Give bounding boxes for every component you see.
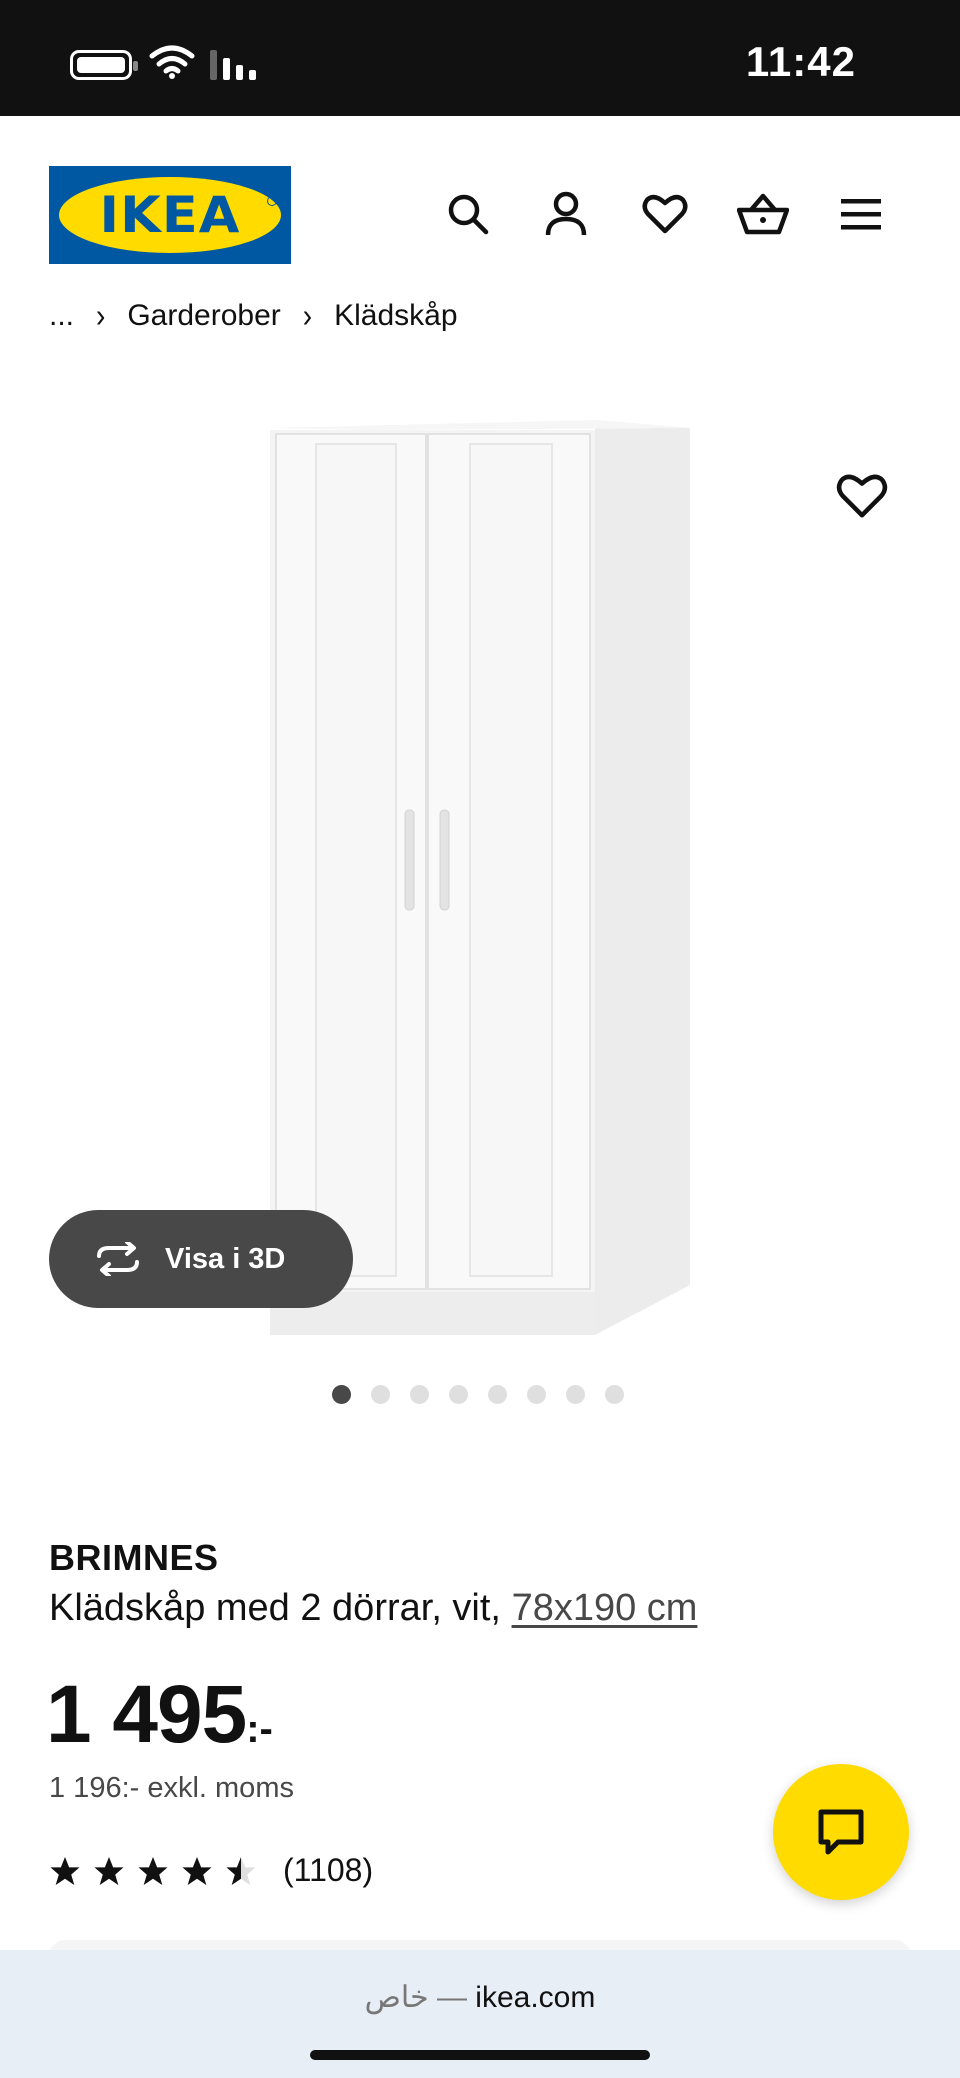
view-in-3d-button[interactable]: Visa i 3D	[49, 1210, 353, 1308]
star-icon	[138, 1856, 168, 1885]
price-excl-vat: 1 196:- exkl. moms	[49, 1772, 294, 1804]
rotate-3d-icon	[97, 1242, 139, 1276]
carousel-dots	[332, 1385, 624, 1404]
add-to-favourites-heart-icon[interactable]	[836, 470, 888, 522]
breadcrumb-item-garderober[interactable]: Garderober	[127, 299, 280, 333]
product-description: Klädskåp med 2 dörrar, vit, 78x190 cm	[49, 1587, 697, 1630]
size-link[interactable]: 78x190 cm	[512, 1587, 698, 1629]
star-icon	[94, 1856, 124, 1885]
domain-text: ikea.com	[475, 1981, 596, 2014]
product-description-text: Klädskåp med 2 dörrar, vit,	[49, 1587, 512, 1629]
carousel-dot[interactable]	[332, 1385, 351, 1404]
chat-button[interactable]	[773, 1764, 909, 1900]
rating-stars	[49, 1856, 257, 1886]
carousel-dot[interactable]	[410, 1385, 429, 1404]
star-icon	[226, 1856, 256, 1885]
private-label: خاص	[364, 1981, 429, 2014]
heart-icon[interactable]	[637, 186, 693, 242]
carousel-dot[interactable]	[449, 1385, 468, 1404]
address-text[interactable]: خاص — ikea.com	[0, 1980, 960, 2015]
chat-icon	[818, 1809, 864, 1855]
product-gallery[interactable]: Visa i 3D	[0, 360, 960, 1404]
carousel-dot[interactable]	[605, 1385, 624, 1404]
chevron-right-icon: ›	[96, 296, 106, 334]
search-icon[interactable]	[440, 186, 496, 242]
price-whole: 1 495	[46, 1669, 247, 1760]
star-icon	[182, 1856, 212, 1885]
url-separator: —	[428, 1981, 476, 2014]
product-image[interactable]	[270, 420, 700, 1340]
carousel-dot[interactable]	[371, 1385, 390, 1404]
wifi-icon	[149, 45, 195, 79]
carousel-dot[interactable]	[566, 1385, 585, 1404]
site-header: IKEA	[0, 116, 960, 306]
product-rating[interactable]: (1108)	[49, 1852, 373, 1889]
battery-icon	[70, 50, 138, 80]
menu-icon[interactable]	[833, 186, 889, 242]
home-indicator[interactable]	[310, 2050, 650, 2060]
clock: 11:42	[745, 38, 856, 85]
view-in-3d-label: Visa i 3D	[165, 1242, 286, 1275]
signal-icon	[210, 50, 256, 80]
carousel-dot[interactable]	[488, 1385, 507, 1404]
status-bar: 11:42	[0, 0, 960, 116]
chevron-right-icon: ›	[302, 296, 313, 334]
carousel-dot[interactable]	[527, 1385, 546, 1404]
ikea-logo[interactable]: IKEA	[49, 166, 291, 264]
breadcrumb: ... › Garderober › Klädskåp	[49, 296, 458, 336]
logo-text: IKEA	[99, 186, 241, 244]
breadcrumb-item-kladskap[interactable]: Klädskåp	[334, 299, 457, 333]
breadcrumb-ellipsis[interactable]: ...	[49, 299, 74, 333]
browser-address-bar[interactable]: خاص — ikea.com	[0, 1950, 960, 2078]
product-name: BRIMNES	[49, 1537, 219, 1578]
star-icon	[50, 1856, 80, 1885]
price-suffix: :-	[246, 1707, 273, 1751]
cart-icon[interactable]	[735, 186, 791, 242]
account-icon[interactable]	[538, 186, 594, 242]
rating-count[interactable]: (1108)	[283, 1852, 373, 1889]
product-price: 1 495:-	[46, 1668, 273, 1762]
